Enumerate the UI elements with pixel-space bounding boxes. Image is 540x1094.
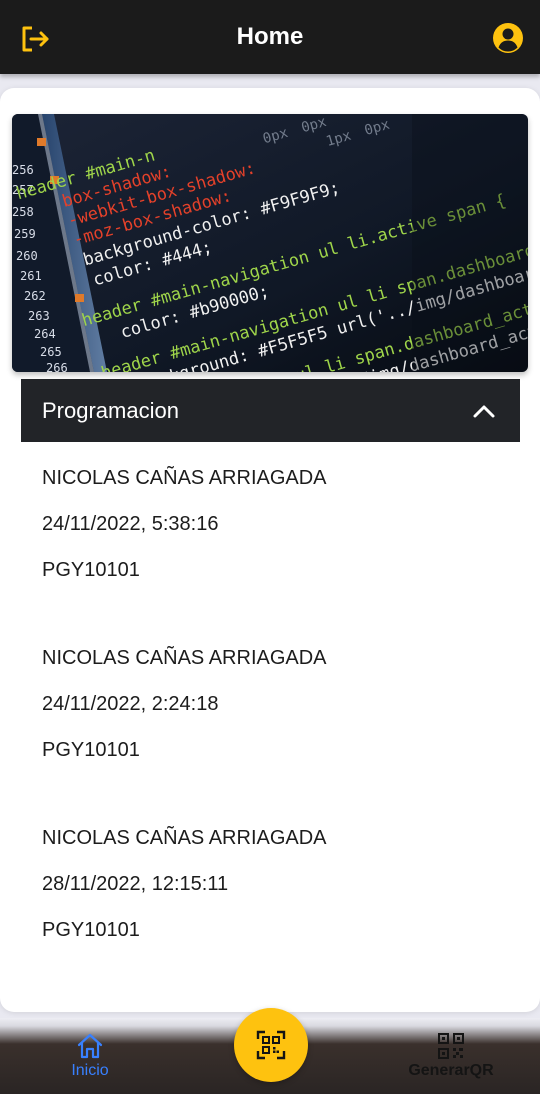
svg-text:258: 258 [12, 205, 34, 219]
svg-text:263: 263 [28, 309, 50, 323]
record-datetime: 28/11/2022, 12:15:11 [42, 873, 229, 895]
record-name: NICOLAS CAÑAS ARRIAGADA [42, 827, 327, 849]
record-datetime: 24/11/2022, 5:38:16 [42, 513, 219, 535]
home-icon [77, 1033, 103, 1059]
banner-image: 256 257 258 259 260 261 262 263 264 265 … [12, 114, 528, 372]
code-screenshot-image: 256 257 258 259 260 261 262 263 264 265 … [12, 114, 528, 372]
record-code: PGY10101 [42, 559, 140, 581]
records-list: NICOLAS CAÑAS ARRIAGADA 24/11/2022, 5:38… [42, 458, 502, 998]
qr-code-icon [438, 1033, 464, 1059]
record-code: PGY10101 [42, 919, 140, 941]
svg-text:259: 259 [14, 227, 36, 241]
record-name: NICOLAS CAÑAS ARRIAGADA [42, 647, 327, 669]
accordion-label: Programacion [42, 397, 179, 423]
record-code: PGY10101 [42, 739, 140, 761]
top-toolbar: Home [0, 0, 540, 74]
tab-inicio-label: Inicio [71, 1062, 109, 1079]
scan-qr-button[interactable] [234, 1008, 308, 1082]
logout-icon[interactable] [18, 22, 52, 56]
chevron-up-icon [473, 405, 495, 418]
qr-scan-icon [256, 1030, 286, 1060]
person-circle-icon[interactable] [492, 22, 524, 54]
svg-text:265: 265 [40, 345, 62, 359]
content-card: 256 257 258 259 260 261 262 263 264 265 … [0, 88, 540, 1012]
tab-generarqr[interactable]: GenerarQR [404, 1032, 498, 1080]
svg-text:260: 260 [16, 249, 38, 263]
record-datetime: 24/11/2022, 2:24:18 [42, 693, 219, 715]
svg-text:261: 261 [20, 269, 42, 283]
accordion-header-programacion[interactable]: Programacion [21, 379, 520, 442]
list-item: NICOLAS CAÑAS ARRIAGADA 28/11/2022, 12:1… [42, 818, 502, 956]
record-name: NICOLAS CAÑAS ARRIAGADA [42, 467, 327, 489]
page-title: Home [236, 23, 304, 50]
tab-generarqr-label: GenerarQR [408, 1062, 494, 1079]
svg-text:264: 264 [34, 327, 56, 341]
list-item: NICOLAS CAÑAS ARRIAGADA 24/11/2022, 5:38… [42, 458, 502, 596]
list-item: NICOLAS CAÑAS ARRIAGADA 24/11/2022, 2:24… [42, 638, 502, 776]
svg-text:266: 266 [46, 361, 68, 372]
tab-inicio[interactable]: Inicio [66, 1032, 114, 1080]
svg-text:256: 256 [12, 163, 34, 177]
svg-text:262: 262 [24, 289, 46, 303]
